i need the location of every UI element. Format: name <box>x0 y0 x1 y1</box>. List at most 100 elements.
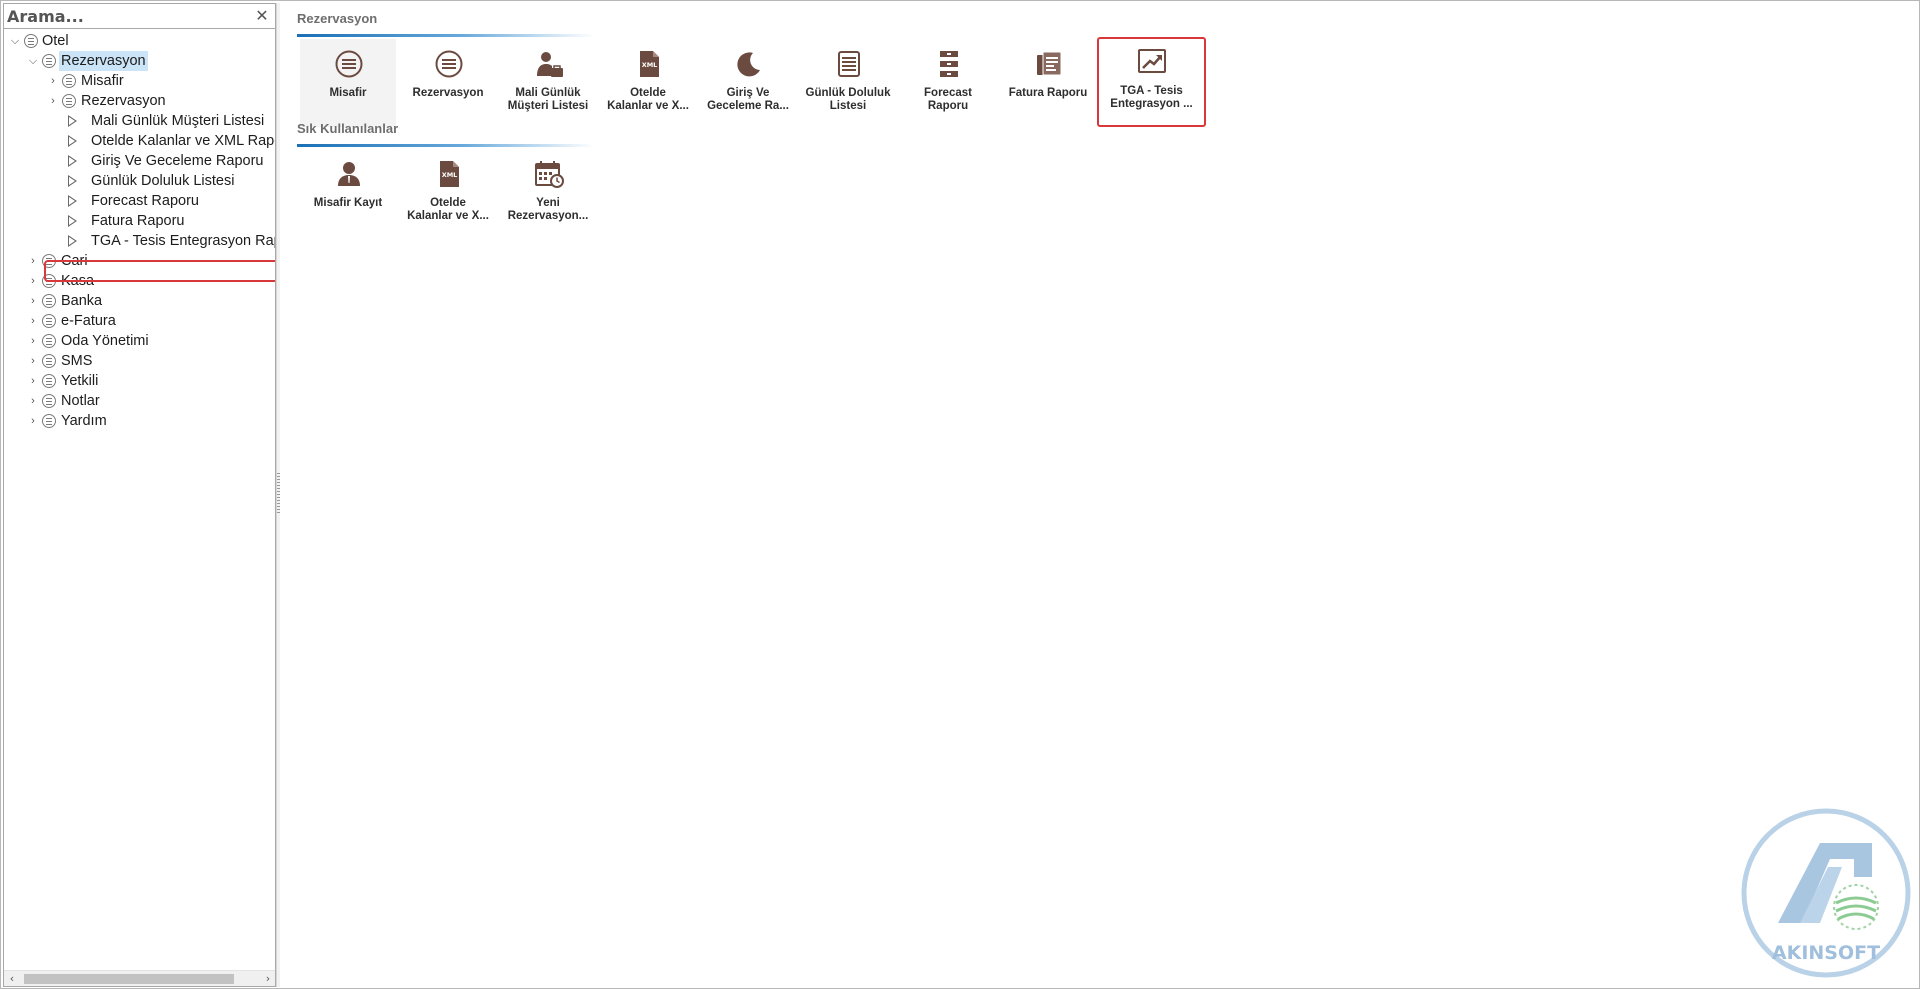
tree-node-otel[interactable]: ⌵ Otel <box>4 31 275 51</box>
tree-node-label: Oda Yönetimi <box>61 333 149 349</box>
xml-file-icon: XML <box>440 161 459 187</box>
tile-label: Giriş Ve Geceleme Ra... <box>702 87 794 113</box>
tree-node-label: e-Fatura <box>61 313 116 329</box>
tile-forecast[interactable]: Forecast Raporu <box>900 39 996 127</box>
triangle-outline-icon <box>68 215 77 227</box>
app-window: ✕ ⌵ Otel ⌵ Rezervasyon › Misafir › <box>0 0 1920 989</box>
tree-leaf-fatura[interactable]: Fatura Raporu <box>4 211 275 231</box>
chevron-right-icon[interactable]: › <box>26 311 40 331</box>
tree-node-label: Yetkili <box>61 373 99 389</box>
list-circle-icon <box>42 334 56 348</box>
tile-yeni-rezervasyon[interactable]: Yeni Rezervasyon... <box>500 149 596 237</box>
tile-giris-geceleme[interactable]: Giriş Ve Geceleme Ra... <box>700 39 796 127</box>
tile-label: Günlük Doluluk Listesi <box>802 87 894 113</box>
tree-node-yardim[interactable]: › Yardım <box>4 411 275 431</box>
akinsoft-logo: AKINSOFT <box>1741 808 1911 978</box>
list-circle-icon <box>42 354 56 368</box>
tree-node-label: Günlük Doluluk Listesi <box>91 173 235 189</box>
scroll-right-icon[interactable]: › <box>262 971 274 986</box>
tile-rezervasyon[interactable]: Rezervasyon <box>400 39 496 127</box>
tree-node-sms[interactable]: › SMS <box>4 351 275 371</box>
list-circle-icon <box>42 294 56 308</box>
list-circle-icon <box>335 50 363 78</box>
tile-otelde-kalanlar-fav[interactable]: XML Otelde Kalanlar ve X... <box>400 149 496 237</box>
close-icon[interactable]: ✕ <box>252 5 272 27</box>
chevron-right-icon[interactable]: › <box>26 391 40 411</box>
triangle-outline-icon <box>68 235 77 247</box>
list-circle-icon <box>42 374 56 388</box>
tree-node-label: Notlar <box>61 393 100 409</box>
chevron-right-icon[interactable]: › <box>26 271 40 291</box>
panel-splitter[interactable] <box>276 3 280 987</box>
tree-leaf-otelde-kalanlar[interactable]: Otelde Kalanlar ve XML Raporu <box>4 131 275 151</box>
tree-leaf-gunluk-doluluk[interactable]: Günlük Doluluk Listesi <box>4 171 275 191</box>
person-icon <box>338 162 360 186</box>
tree-leaf-mali-gunluk[interactable]: Mali Günlük Müşteri Listesi <box>4 111 275 131</box>
xml-file-icon: XML <box>640 51 659 77</box>
tree-node-label: Giriş Ve Geceleme Raporu <box>91 153 264 169</box>
tile-label-line1: Günlük Doluluk <box>805 87 891 99</box>
tile-misafir-kayit[interactable]: Misafir Kayıt <box>300 149 396 237</box>
chevron-down-icon[interactable]: ⌵ <box>26 51 40 71</box>
forecast-icon <box>940 51 958 77</box>
chevron-right-icon[interactable]: › <box>26 371 40 391</box>
svg-text:XML: XML <box>442 171 458 179</box>
scroll-left-icon[interactable]: ‹ <box>6 971 18 986</box>
tile-misafir[interactable]: Misafir <box>300 39 396 127</box>
chevron-right-icon[interactable]: › <box>26 291 40 311</box>
tile-label-line1: Giriş Ve <box>726 87 770 99</box>
tile-label-line1: Misafir Kayıt <box>313 197 383 209</box>
tile-mali-gunluk[interactable]: Mali Günlük Müşteri Listesi <box>500 39 596 127</box>
tile-label: Rezervasyon <box>402 87 494 100</box>
tree-node-banka[interactable]: › Banka <box>4 291 275 311</box>
chevron-right-icon[interactable]: › <box>26 331 40 351</box>
tile-label-line1: Otelde <box>630 87 666 99</box>
tile-label-line1: Forecast <box>924 87 972 99</box>
invoice-icon <box>1037 51 1062 76</box>
chevron-right-icon[interactable]: › <box>26 351 40 371</box>
section-title-rezervasyon: Rezervasyon <box>297 11 378 26</box>
tree-node-label: Mali Günlük Müşteri Listesi <box>91 113 265 129</box>
tree-node-label: Banka <box>61 293 103 309</box>
search-box: ✕ <box>4 4 275 29</box>
tree-node-rezervasyon[interactable]: ⌵ Rezervasyon <box>4 51 275 71</box>
tree-node-oda-yonetimi[interactable]: › Oda Yönetimi <box>4 331 275 351</box>
tree-node-label: Rezervasyon <box>59 51 148 71</box>
list-circle-icon <box>42 414 56 428</box>
tile-label-line1: Mali Günlük <box>515 87 581 99</box>
tree-leaf-tga[interactable]: TGA - Tesis Entegrasyon Raporu <box>4 231 275 251</box>
chevron-right-icon[interactable]: › <box>46 71 60 91</box>
tile-tga[interactable]: TGA - Tesis Entegrasyon ... <box>1097 37 1206 127</box>
tile-label: Forecast Raporu <box>902 87 994 113</box>
chevron-right-icon[interactable]: › <box>26 411 40 431</box>
tga-tree-highlight <box>44 260 275 282</box>
tree-node-misafir[interactable]: › Misafir <box>4 71 275 91</box>
tile-otelde-kalanlar[interactable]: XML Otelde Kalanlar ve X... <box>600 39 696 127</box>
tile-gunluk-doluluk[interactable]: Günlük Doluluk Listesi <box>800 39 896 127</box>
tree-node-label: Otel <box>42 33 69 49</box>
search-input[interactable] <box>4 4 244 28</box>
tree-node-notlar[interactable]: › Notlar <box>4 391 275 411</box>
tree-node-e-fatura[interactable]: › e-Fatura <box>4 311 275 331</box>
chevron-right-icon[interactable]: › <box>26 251 40 271</box>
moon-icon <box>737 52 760 77</box>
chevron-right-icon[interactable]: › <box>46 91 60 111</box>
chevron-down-icon[interactable]: ⌵ <box>8 31 22 51</box>
tile-fatura[interactable]: Fatura Raporu <box>1000 39 1096 127</box>
tile-label-line1: Misafir <box>329 87 367 99</box>
splitter-grip[interactable] <box>277 473 280 513</box>
scroll-thumb[interactable] <box>24 974 234 984</box>
content-area: Rezervasyon Misafir Rezervasyon Mali Gün… <box>281 3 1918 987</box>
tree-node-rezervasyon-sub[interactable]: › Rezervasyon <box>4 91 275 111</box>
section-divider <box>297 34 594 37</box>
tree-node-label: TGA - Tesis Entegrasyon Raporu <box>91 233 275 249</box>
navigation-panel: ✕ ⌵ Otel ⌵ Rezervasyon › Misafir › <box>3 3 276 987</box>
section-title-sik-kullanilanlar: Sık Kullanılanlar <box>297 121 399 136</box>
tree-node-label: Fatura Raporu <box>91 213 185 229</box>
triangle-outline-icon <box>68 195 77 207</box>
tree-node-yetkili[interactable]: › Yetkili <box>4 371 275 391</box>
list-circle-icon <box>24 34 38 48</box>
horizontal-scrollbar[interactable]: ‹ › <box>4 970 275 986</box>
tree-leaf-giris-geceleme[interactable]: Giriş Ve Geceleme Raporu <box>4 151 275 171</box>
tree-leaf-forecast[interactable]: Forecast Raporu <box>4 191 275 211</box>
